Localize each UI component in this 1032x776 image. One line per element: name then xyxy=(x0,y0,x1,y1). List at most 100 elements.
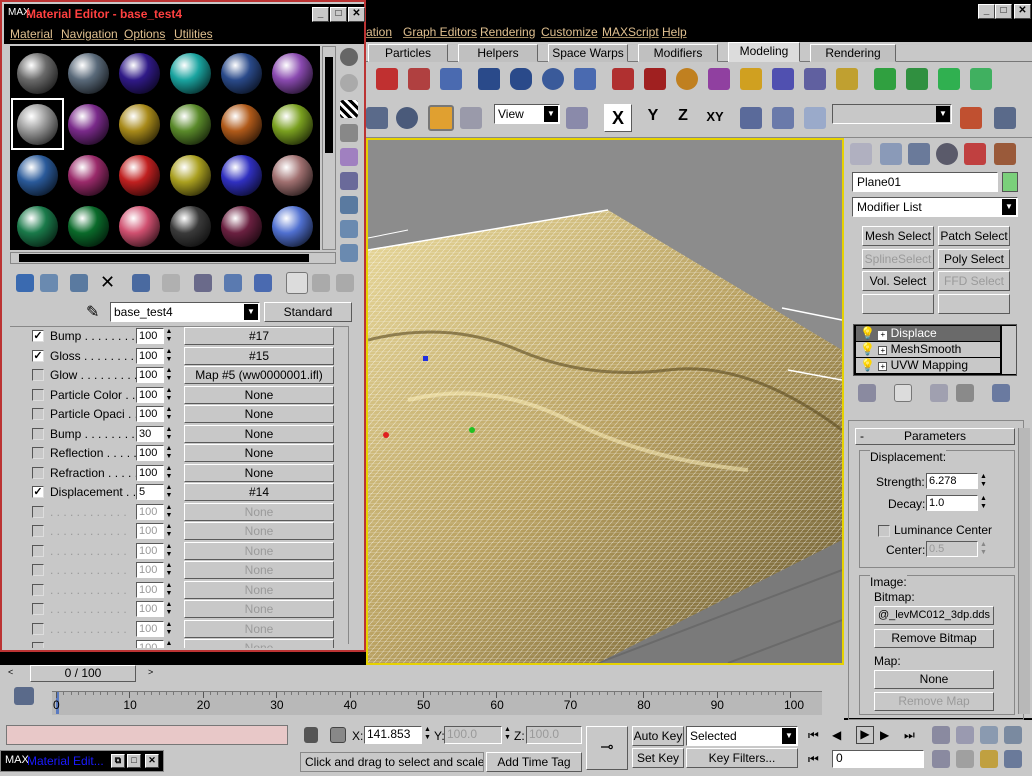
map-amount-spinner[interactable]: ▲▼ xyxy=(165,523,173,539)
material-sample-slot[interactable] xyxy=(268,49,317,97)
mesh-select-button[interactable]: Mesh Select xyxy=(862,226,934,246)
absolute-mode-icon[interactable] xyxy=(330,727,346,743)
taskbar-restore-button[interactable]: ⧉ xyxy=(111,754,125,768)
set-key-button[interactable]: Set Key xyxy=(632,748,684,768)
field-of-view-icon[interactable] xyxy=(932,750,950,768)
modifier-list-dropdown[interactable]: Modifier List ▼ xyxy=(852,197,1018,217)
z-coordinate-input[interactable]: 100.0 xyxy=(526,726,582,744)
sample-slots-hscrollbar[interactable] xyxy=(10,252,336,264)
cut-icon[interactable] xyxy=(408,68,430,90)
menu-maxscript[interactable]: MAXScript xyxy=(602,25,659,39)
map-amount-input[interactable]: 100 xyxy=(136,640,164,648)
select-by-material-icon[interactable] xyxy=(340,220,358,238)
bitmap-button[interactable]: @_levMC012_3dp.dds xyxy=(874,606,994,625)
map-amount-spinner[interactable]: ▲▼ xyxy=(165,582,173,598)
material-sample-slot[interactable] xyxy=(13,49,62,97)
plane-select-icon[interactable] xyxy=(970,68,992,90)
menu-utilities[interactable]: Utilities xyxy=(174,27,213,41)
bulb-icon[interactable]: 💡 xyxy=(860,358,875,372)
curve-editor-icon[interactable] xyxy=(994,107,1016,129)
display-tab-icon[interactable] xyxy=(964,143,986,165)
map-slot-button[interactable]: Map #5 (ww0000001.ifl) xyxy=(184,366,334,384)
map-enable-checkbox[interactable] xyxy=(32,466,44,479)
show-end-result-icon[interactable] xyxy=(254,274,272,292)
zoom-all-icon[interactable] xyxy=(956,726,974,744)
object-name-field[interactable]: Plane01 xyxy=(852,172,998,192)
axis-y-button[interactable]: Y xyxy=(642,107,664,125)
chamfer-icon[interactable] xyxy=(644,68,666,90)
map-slot-button[interactable]: None xyxy=(184,639,334,648)
map-enable-checkbox[interactable] xyxy=(32,408,44,420)
center-spinner[interactable]: ▲ ▼ xyxy=(980,541,987,557)
maximize-button[interactable]: □ xyxy=(995,4,1012,19)
remove-map-button[interactable]: Remove Map xyxy=(874,692,994,711)
map-amount-input[interactable]: 100 xyxy=(136,581,164,598)
curve-icon[interactable] xyxy=(906,68,928,90)
map-enable-checkbox[interactable] xyxy=(32,564,44,576)
scale-icon[interactable] xyxy=(428,105,454,131)
menu-navigation[interactable]: Navigation xyxy=(61,27,118,41)
taskbar-material-editor[interactable]: MAX Material Edit... ⧉ □ ✕ xyxy=(0,750,164,772)
go-to-parent-icon[interactable] xyxy=(286,272,308,294)
map-amount-spinner[interactable]: ▲▼ xyxy=(165,484,173,500)
taskbar-maximize-button[interactable]: □ xyxy=(127,754,141,768)
map-slot-button[interactable]: None xyxy=(184,522,334,540)
y-spinner[interactable]: ▲ ▼ xyxy=(504,726,511,742)
strength-spinner[interactable]: ▲ ▼ xyxy=(980,473,987,489)
get-material-icon[interactable] xyxy=(16,274,34,292)
expand-icon[interactable]: + xyxy=(878,362,888,371)
parameters-rollout-header[interactable]: - Parameters xyxy=(855,428,1015,445)
menu-help[interactable]: Help xyxy=(662,25,687,39)
command-panel-scrollbar[interactable] xyxy=(1018,428,1030,714)
sample-slots-scrollbar[interactable] xyxy=(322,46,336,250)
map-slot-button[interactable]: None xyxy=(184,385,334,404)
tab-helpers[interactable]: Helpers xyxy=(458,44,538,62)
map-amount-input[interactable]: 100 xyxy=(136,347,164,364)
add-time-tag-button[interactable]: Add Time Tag xyxy=(486,752,582,772)
material-sample-slot[interactable] xyxy=(64,49,113,97)
map-amount-spinner[interactable]: ▲▼ xyxy=(165,543,173,559)
go-to-end-icon[interactable]: ⏭ xyxy=(904,728,915,743)
tab-modifiers[interactable]: Modifiers xyxy=(638,44,718,62)
map-slot-button[interactable]: None xyxy=(184,619,334,638)
expand-icon[interactable]: + xyxy=(878,331,888,340)
map-enable-checkbox[interactable] xyxy=(32,525,44,537)
mesh-grid-icon[interactable] xyxy=(376,68,398,90)
material-sample-slot[interactable] xyxy=(115,151,164,199)
map-slot-button[interactable]: None xyxy=(184,600,334,618)
material-sample-slot[interactable] xyxy=(217,100,266,148)
pin-stack-icon[interactable] xyxy=(858,384,876,402)
y-coordinate-input[interactable]: 100.0 xyxy=(444,726,502,744)
tab-modeling[interactable]: Modeling xyxy=(728,42,800,62)
map-button[interactable]: None xyxy=(874,670,994,689)
put-to-library-icon[interactable] xyxy=(162,274,180,292)
box-icon[interactable] xyxy=(478,68,500,90)
map-amount-spinner[interactable]: ▲▼ xyxy=(165,465,173,481)
menu-rendering[interactable]: Rendering xyxy=(480,25,535,39)
map-enable-checkbox[interactable] xyxy=(32,642,44,648)
zoom-extents-all-icon[interactable] xyxy=(1004,726,1022,744)
meshsmooth-icon[interactable] xyxy=(772,68,794,90)
material-sample-slot[interactable] xyxy=(115,100,164,148)
spline-select-button[interactable]: SplineSelect xyxy=(862,249,934,269)
map-slot-button[interactable]: None xyxy=(184,561,334,579)
menu-graph-editors[interactable]: Graph Editors xyxy=(403,25,477,39)
map-amount-input[interactable]: 100 xyxy=(136,601,164,617)
material-sample-slot[interactable] xyxy=(115,49,164,97)
material-sample-slot[interactable] xyxy=(11,98,64,150)
motion-tab-icon[interactable] xyxy=(936,143,958,165)
map-enable-checkbox[interactable] xyxy=(32,622,44,635)
map-amount-input[interactable]: 100 xyxy=(136,328,164,344)
menu-options[interactable]: Options xyxy=(124,27,165,41)
material-effects-channel-icon[interactable] xyxy=(194,274,212,292)
vol-select-button[interactable]: Vol. Select xyxy=(862,271,934,291)
map-amount-input[interactable]: 100 xyxy=(136,464,164,481)
ffd-select-button[interactable]: FFD Select xyxy=(938,271,1010,291)
map-enable-checkbox[interactable] xyxy=(32,427,44,440)
material-sample-slot[interactable] xyxy=(64,100,113,148)
map-slot-button[interactable]: #14 (@_SilverShild01_dp.dds) xyxy=(184,483,334,515)
strength-input[interactable]: 6.278 xyxy=(926,473,978,489)
map-amount-spinner[interactable]: ▲▼ xyxy=(165,426,173,442)
map-amount-spinner[interactable]: ▲▼ xyxy=(165,601,173,617)
map-enable-checkbox[interactable] xyxy=(32,447,44,459)
